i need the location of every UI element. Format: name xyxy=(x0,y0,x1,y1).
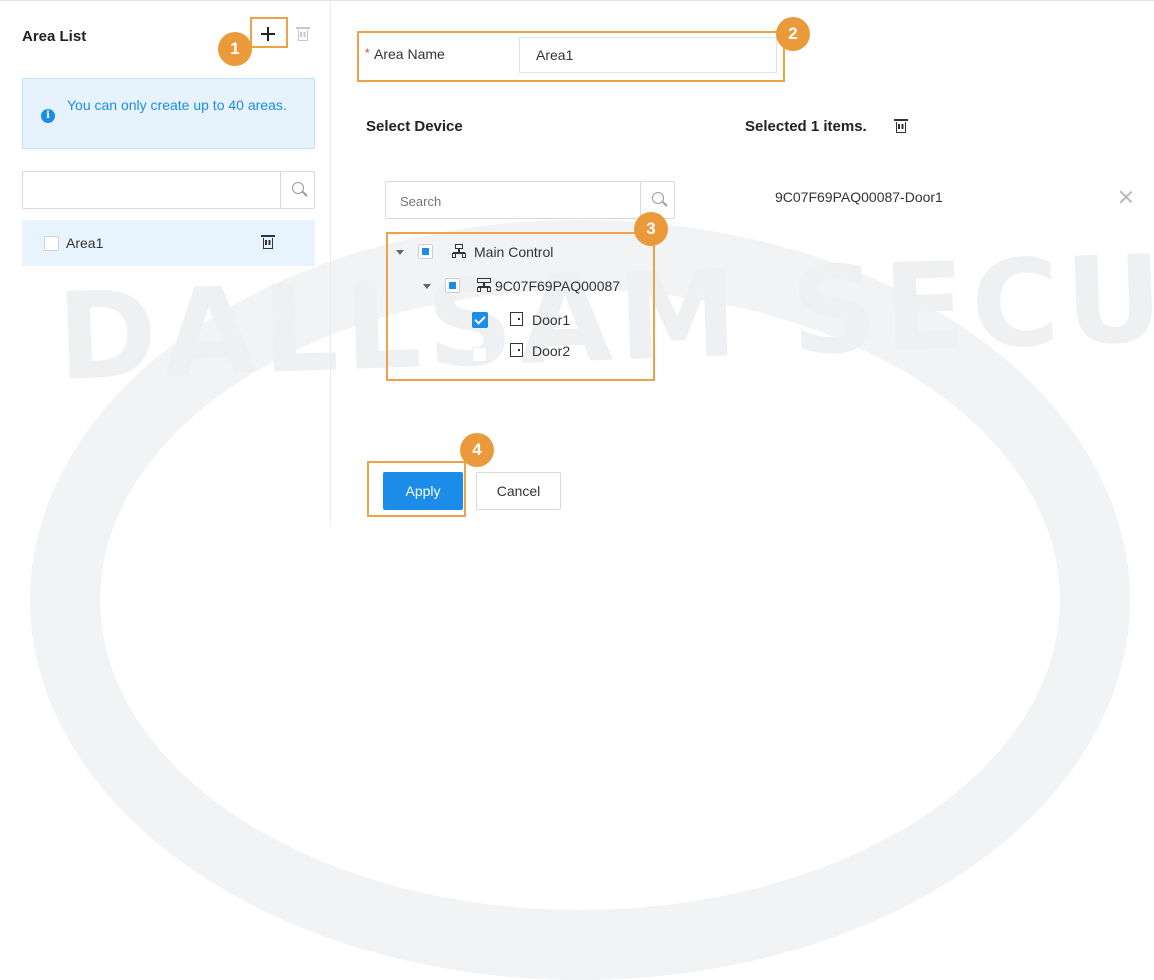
tree-node-device[interactable]: 9C07F69PAQ00087 xyxy=(390,274,650,298)
network-icon xyxy=(452,244,466,258)
area-name-label: Area Name xyxy=(374,46,445,62)
delete-area-button[interactable] xyxy=(260,234,276,250)
tree-node-door2[interactable]: Door2 xyxy=(390,341,640,365)
tree-node-label: Main Control xyxy=(474,244,554,260)
callout-badge-4: 4 xyxy=(460,433,494,467)
callout-badge-1: 1 xyxy=(218,32,252,66)
area-search-button[interactable] xyxy=(280,172,314,208)
expand-caret-icon[interactable] xyxy=(423,284,431,289)
tree-checkbox[interactable] xyxy=(445,278,460,293)
tree-node-door1[interactable]: Door1 xyxy=(390,308,640,332)
select-device-title: Select Device xyxy=(366,118,463,135)
area-search-box xyxy=(22,171,315,210)
device-icon xyxy=(477,278,491,292)
info-alert: i You can only create up to 40 areas. xyxy=(22,78,315,149)
required-mark: * xyxy=(365,46,370,60)
tree-node-main-control[interactable]: Main Control xyxy=(390,240,640,264)
callout-badge-2: 2 xyxy=(776,17,810,51)
trash-icon xyxy=(296,27,310,41)
search-icon xyxy=(292,182,304,194)
device-search-input[interactable] xyxy=(386,182,652,220)
panel-divider xyxy=(330,0,331,525)
door-icon xyxy=(510,312,523,326)
selected-item: 9C07F69PAQ00087-Door1 xyxy=(745,180,1145,214)
area-name-input[interactable] xyxy=(519,37,777,73)
cancel-button[interactable]: Cancel xyxy=(476,472,561,510)
close-icon[interactable] xyxy=(1119,190,1133,204)
area-list-item[interactable]: Area1 xyxy=(22,220,315,266)
selected-title: Selected 1 items. xyxy=(745,118,867,135)
delete-areas-button[interactable] xyxy=(296,26,310,42)
tree-node-label: Door2 xyxy=(532,343,571,359)
tree-checkbox[interactable] xyxy=(472,347,487,362)
area-item-label: Area1 xyxy=(66,235,104,251)
apply-button[interactable]: Apply xyxy=(383,472,463,510)
area-list-title: Area List xyxy=(22,28,87,45)
door-icon xyxy=(510,343,523,357)
search-icon xyxy=(652,192,664,204)
selected-item-label: 9C07F69PAQ00087-Door1 xyxy=(775,189,943,205)
tree-node-label: 9C07F69PAQ00087 xyxy=(495,278,621,294)
expand-caret-icon[interactable] xyxy=(396,250,404,255)
clear-selected-button[interactable] xyxy=(893,117,909,133)
info-icon: i xyxy=(41,109,55,123)
trash-icon xyxy=(894,119,908,133)
device-search-box xyxy=(385,181,675,220)
tree-checkbox[interactable] xyxy=(418,244,433,259)
highlight-add-button xyxy=(250,17,288,48)
top-rule xyxy=(0,0,1154,1)
area-item-checkbox[interactable] xyxy=(44,236,59,251)
area-search-input[interactable] xyxy=(23,172,282,210)
tree-checkbox-checked[interactable] xyxy=(472,312,488,328)
info-message: You can only create up to 40 areas. xyxy=(67,97,287,113)
tree-node-label: Door1 xyxy=(532,312,571,328)
trash-icon xyxy=(261,235,275,249)
